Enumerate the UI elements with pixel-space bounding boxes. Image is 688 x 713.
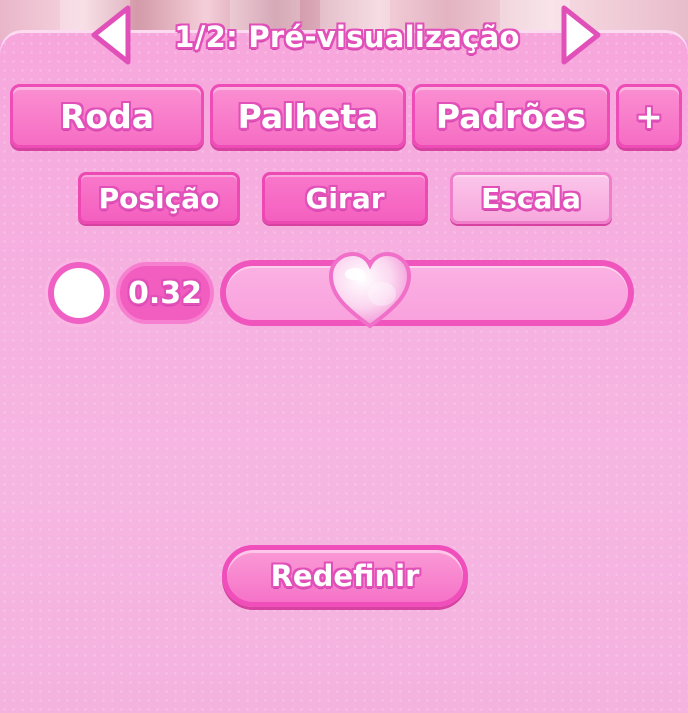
scale-slider-fill xyxy=(226,266,628,320)
tab-label: Palheta xyxy=(237,96,379,136)
mode-label: Posição xyxy=(98,181,220,215)
mode-posicao-button[interactable]: Posição xyxy=(78,172,240,224)
mode-escala-button[interactable]: Escala xyxy=(450,172,612,224)
tab-label: Roda xyxy=(60,96,154,136)
scale-value-label: 0.32 xyxy=(127,275,203,311)
prev-page-button[interactable] xyxy=(88,2,136,68)
scale-slider-track[interactable] xyxy=(220,260,634,326)
scale-value-display: 0.32 xyxy=(116,262,214,324)
mode-label: Girar xyxy=(305,181,385,215)
tab-roda[interactable]: Roda xyxy=(10,84,204,148)
mode-girar-button[interactable]: Girar xyxy=(262,172,428,224)
color-swatch[interactable] xyxy=(48,262,110,324)
triangle-right-icon xyxy=(561,5,601,65)
page-title: 1/2: Pré-visualização xyxy=(174,20,520,54)
triangle-left-icon xyxy=(91,5,131,65)
tab-palheta[interactable]: Palheta xyxy=(210,84,406,148)
tab-padroes[interactable]: Padrões xyxy=(412,84,610,148)
mode-label: Escala xyxy=(481,181,581,215)
reset-label: Redefinir xyxy=(270,559,420,593)
heart-icon[interactable] xyxy=(327,250,413,332)
next-page-button[interactable] xyxy=(556,2,604,68)
tab-label: Padrões xyxy=(435,96,587,136)
reset-button[interactable]: Redefinir xyxy=(222,545,468,607)
tab-more-button[interactable]: + xyxy=(616,84,682,148)
plus-icon: + xyxy=(635,96,663,136)
header-bar: 1/2: Pré-visualização xyxy=(92,10,602,64)
